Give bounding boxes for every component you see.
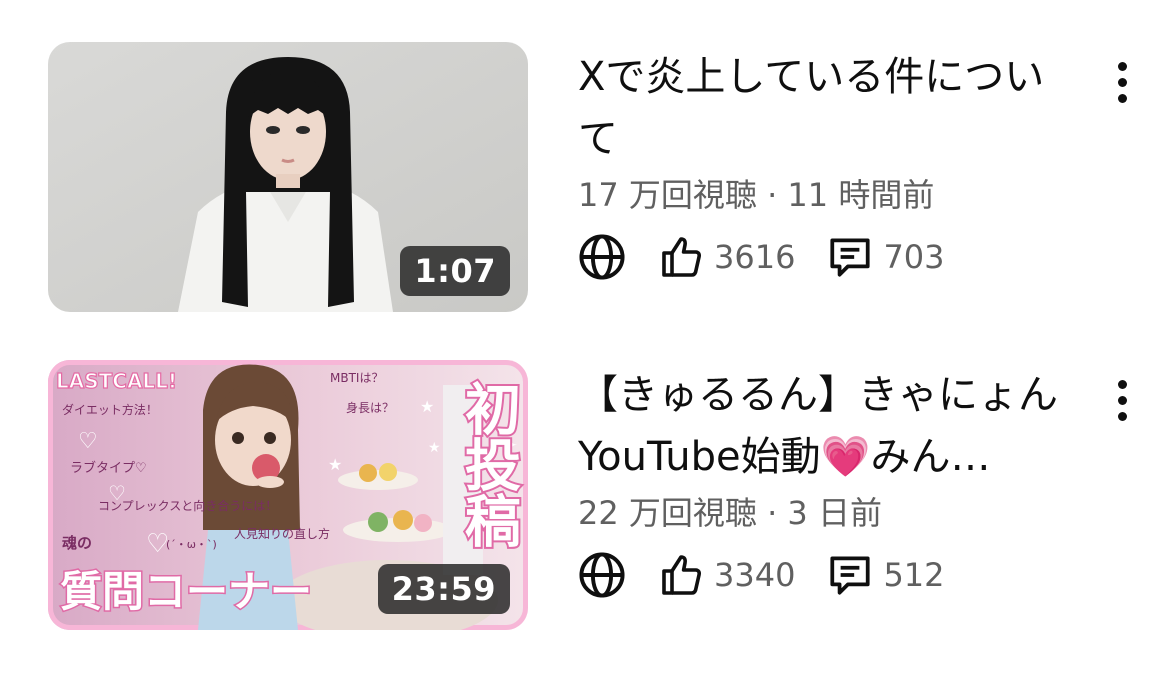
video-meta: 22 万回視聴 · 3 日前 <box>578 488 882 534</box>
svg-text:★: ★ <box>328 455 342 474</box>
comment-count: 512 <box>883 556 945 594</box>
video-thumbnail[interactable]: ★ ★ ★ ♡ ♡ ♡ ✦ LASTCALL! ダイエット方法！ ラブタイプ♡ … <box>48 360 528 630</box>
like-count: 3340 <box>714 556 796 594</box>
thumb-text-kaomoji: (´・ω・`) <box>166 538 217 551</box>
video-title[interactable]: Xで炎上している件について <box>578 46 1068 170</box>
comment-count: 703 <box>883 238 945 276</box>
video-item[interactable]: ★ ★ ★ ♡ ♡ ♡ ✦ LASTCALL! ダイエット方法！ ラブタイプ♡ … <box>0 360 1170 650</box>
svg-text:★: ★ <box>428 440 441 456</box>
svg-text:★: ★ <box>420 397 434 416</box>
globe-icon <box>576 231 628 283</box>
upload-age: 11 時間前 <box>787 176 935 214</box>
thumb-text-height: 身長は？ <box>346 400 394 415</box>
video-thumbnail[interactable]: 1:07 <box>48 42 528 312</box>
video-duration: 23:59 <box>377 564 510 614</box>
meta-separator: · <box>767 176 778 214</box>
video-title[interactable]: 【きゅるるん】きゃにょんYouTube始動💗みん… <box>578 364 1068 488</box>
globe-icon <box>576 549 628 601</box>
thumb-text-hitomishiri: 人見知りの直し方 <box>234 526 330 541</box>
thumb-text-complex: コンプレックスと向き合うには！ <box>98 498 277 513</box>
thumb-text-mbti: MBTIは？ <box>330 371 383 385</box>
svg-text:♡: ♡ <box>78 429 98 454</box>
video-item[interactable]: 1:07 Xで炎上している件について 17 万回視聴 · 11 時間前 3616 <box>0 42 1170 332</box>
video-duration: 1:07 <box>400 246 510 296</box>
video-stats: 3340 512 <box>576 550 945 600</box>
comment-icon[interactable] <box>825 232 875 282</box>
video-stats: 3616 703 <box>576 232 945 282</box>
upload-age: 3 日前 <box>787 494 882 532</box>
more-vert-icon[interactable] <box>1104 370 1140 430</box>
video-meta: 17 万回視聴 · 11 時間前 <box>578 170 934 216</box>
thumb-text-lastcall: LASTCALL! <box>56 369 177 393</box>
meta-separator: · <box>767 494 778 532</box>
thumb-text-first: 初投稿 <box>456 380 521 548</box>
view-count: 17 万回視聴 <box>578 176 757 214</box>
thumb-text-diet: ダイエット方法！ <box>62 402 158 417</box>
more-vert-icon[interactable] <box>1104 52 1140 112</box>
view-count: 22 万回視聴 <box>578 494 757 532</box>
like-count: 3616 <box>714 238 796 276</box>
thumb-text-love: ラブタイプ♡ <box>70 460 147 476</box>
thumbs-up-icon[interactable] <box>658 233 706 281</box>
thumb-text-corner: 質問コーナー <box>60 567 312 616</box>
comment-icon[interactable] <box>825 550 875 600</box>
thumbs-up-icon[interactable] <box>658 551 706 599</box>
thumb-text-tamashii: 魂の <box>62 534 92 552</box>
